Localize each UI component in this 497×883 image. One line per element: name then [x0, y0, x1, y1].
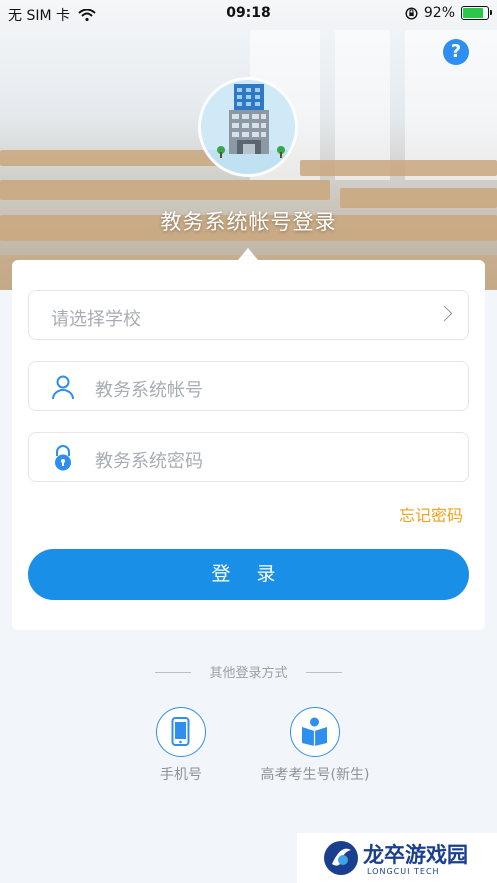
watermark-subtitle: LONGCUI TECH [367, 867, 440, 876]
school-building-avatar [198, 77, 298, 177]
password-input[interactable]: 教务系统密码 [28, 432, 469, 482]
password-input-placeholder: 教务系统密码 [95, 451, 203, 472]
help-button[interactable]: ? [443, 39, 469, 65]
card-pointer [238, 248, 258, 260]
battery-icon [461, 6, 492, 20]
orientation-lock-icon [405, 6, 418, 20]
lock-icon [55, 445, 71, 471]
watermark-name: 龙卒游戏园 [363, 843, 468, 867]
account-input[interactable]: 教务系统帐号 [28, 361, 469, 411]
watermark-logo-icon [324, 841, 358, 875]
phone-login-button[interactable] [156, 707, 206, 757]
watermark: 龙卒游戏园 LONGCUI TECH [297, 833, 497, 883]
divider-right [306, 672, 342, 673]
page-title: 教务系统帐号登录 [160, 210, 337, 234]
login-button[interactable]: 登 录 [28, 549, 469, 600]
school-select[interactable]: 请选择学校 [28, 290, 469, 340]
login-card: 请选择学校 教务系统帐号 教务系统密码 忘记密码 登 录 [12, 260, 485, 630]
building-icon [201, 84, 295, 174]
forgot-password-link[interactable]: 忘记密码 [399, 502, 463, 526]
account-input-placeholder: 教务系统帐号 [95, 380, 203, 401]
exam-number-login-label[interactable]: 高考考生号(新生) [235, 764, 395, 784]
other-login-title: 其他登录方式 [209, 666, 288, 681]
user-icon [52, 375, 74, 400]
phone-icon [171, 717, 190, 746]
status-bar: 无 SIM 卡 09:18 92% [0, 0, 497, 26]
book-reader-icon [302, 717, 327, 746]
chevron-right-icon [436, 305, 453, 322]
school-select-placeholder: 请选择学校 [51, 309, 141, 330]
battery-percent: 92% [423, 5, 455, 21]
exam-number-login-button[interactable] [290, 707, 340, 757]
